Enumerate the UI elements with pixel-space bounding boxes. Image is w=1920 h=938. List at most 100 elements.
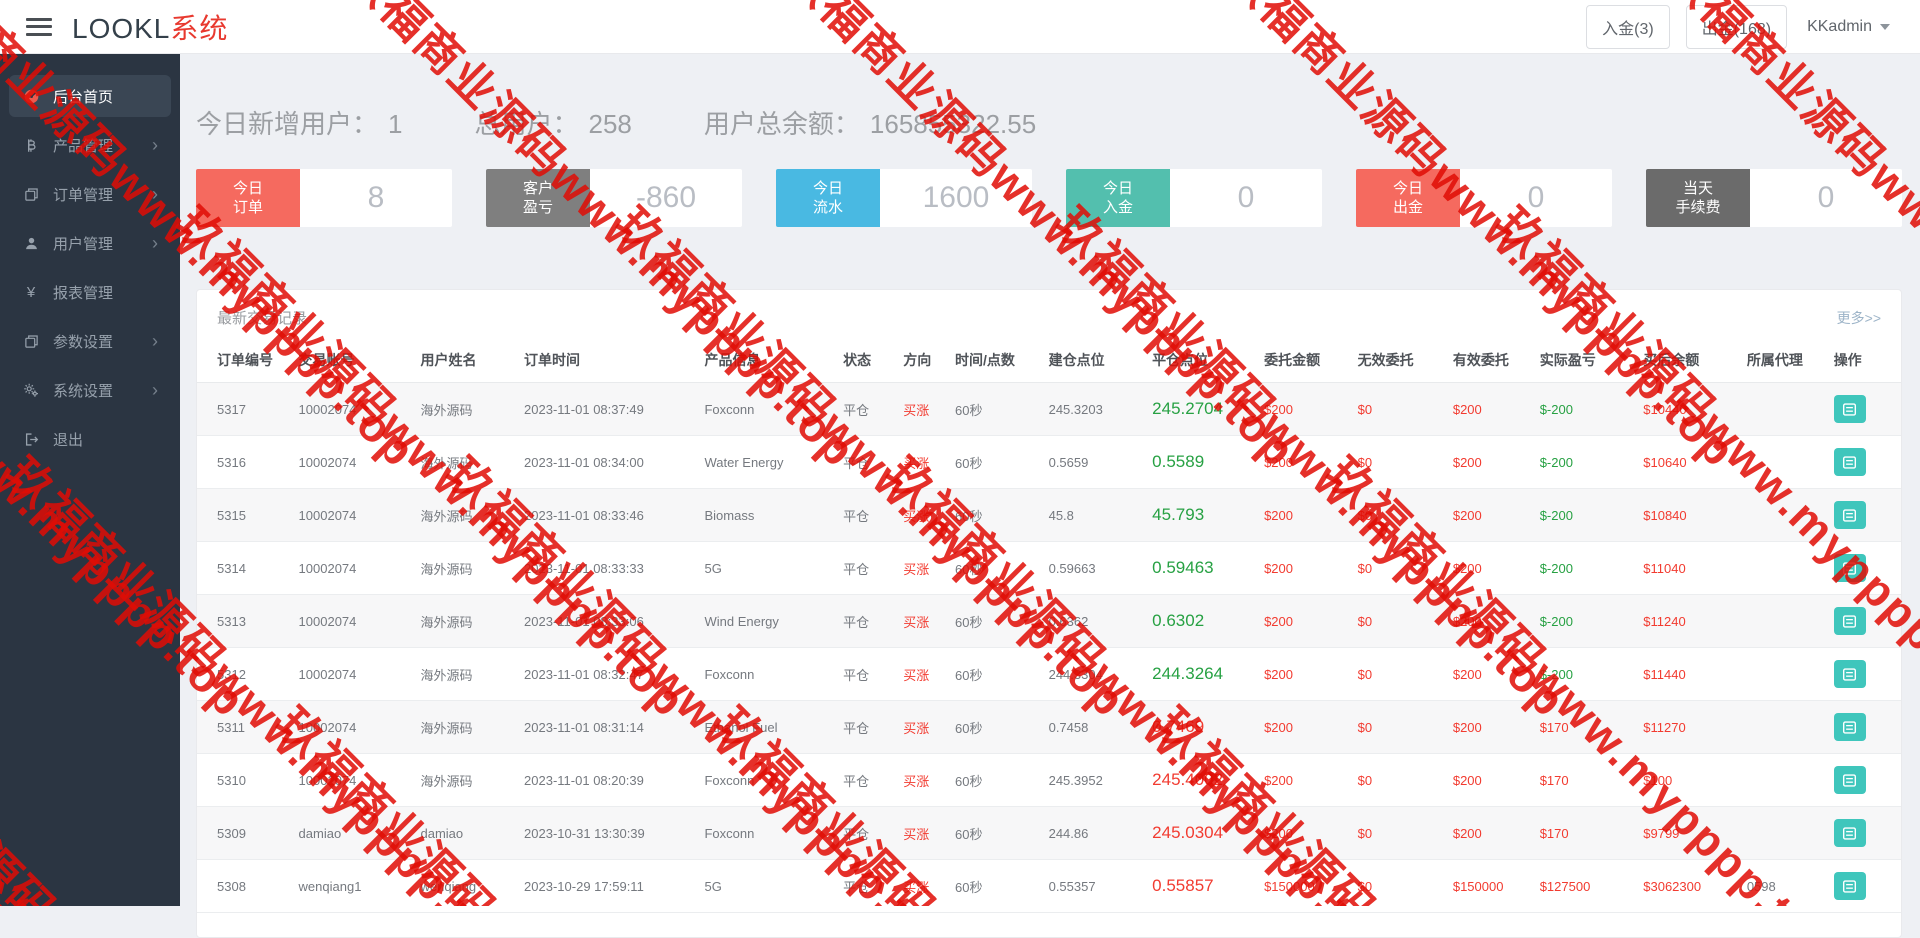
cell-open: 0.59663 <box>1040 541 1145 595</box>
cell-balance: $10640 <box>1635 435 1739 489</box>
cell-id: 5308 <box>197 859 291 913</box>
cell-id: 5309 <box>197 806 291 860</box>
table-row: 5309 damiao damiao 2023-10-31 13:30:39 Foxco… <box>197 806 1901 860</box>
cell-product: Foxconn <box>696 382 836 436</box>
cell-username: 海外源码 <box>412 382 517 436</box>
cell-status: 平仓 <box>835 859 896 913</box>
order-detail-button[interactable] <box>1833 872 1866 900</box>
column-header-duration: 时间/点数 <box>947 338 1041 383</box>
cell-time: 2023-10-31 13:30:39 <box>516 806 697 860</box>
cell-username: 海外源码 <box>412 647 517 701</box>
stat-card-label: 今日 流水 <box>776 169 880 227</box>
menu-toggle-icon[interactable] <box>26 17 52 36</box>
sidebar-item-label: 参数设置 <box>53 333 114 351</box>
sidebar-item-0[interactable]: 后台首页 <box>9 75 171 117</box>
cell-amount: $200 <box>1256 700 1350 754</box>
cell-product: Foxconn <box>696 753 836 807</box>
cell-username: 海外源码 <box>412 700 517 754</box>
order-detail-button[interactable] <box>1833 554 1866 582</box>
column-header-account: 交易账号 <box>290 338 413 383</box>
params-icon <box>22 334 40 349</box>
cell-close: 245.2704 <box>1144 382 1257 436</box>
cell-close: 244.3264 <box>1144 647 1257 701</box>
table-row: 5314 10002074 海外源码 2023-11-01 08:33:33 5G 平仓买… <box>197 541 1901 595</box>
cell-account: 10002074 <box>290 647 413 701</box>
order-detail-button[interactable] <box>1833 660 1866 688</box>
sidebar-item-label: 后台首页 <box>53 88 114 106</box>
cell-id: 5311 <box>197 700 291 754</box>
sidebar-item-4[interactable]: ¥ 报表管理 <box>9 271 171 313</box>
sidebar-item-1[interactable]: 产品管理 › <box>9 124 171 166</box>
sidebar-item-5[interactable]: 参数设置 › <box>9 320 171 362</box>
cell-action <box>1825 435 1901 489</box>
cell-open: 245.3952 <box>1040 753 1145 807</box>
order-detail-button[interactable] <box>1833 766 1866 794</box>
cell-duration: 60秒 <box>947 594 1041 648</box>
cell-direction: 买涨 <box>895 647 948 701</box>
settings-icon <box>22 382 40 398</box>
order-detail-button[interactable] <box>1833 607 1866 635</box>
sidebar-item-label: 退出 <box>53 431 84 449</box>
cell-product: Wind Energy <box>696 594 836 648</box>
cell-account: 10002074 <box>290 700 413 754</box>
cell-balance: $10440 <box>1635 382 1739 436</box>
sidebar-item-2[interactable]: 订单管理 › <box>9 173 171 215</box>
cell-agent <box>1738 647 1826 701</box>
stat-card: 今日 入金 0 <box>1066 169 1322 227</box>
list-icon <box>1843 402 1857 416</box>
deposit-button[interactable]: 入金(3) <box>1586 4 1670 49</box>
sidebar-item-label: 系统设置 <box>53 382 114 400</box>
stat-card: 客户 盈亏 -860 <box>486 169 742 227</box>
list-icon <box>1843 508 1857 522</box>
cell-balance: $3062300 <box>1635 859 1739 913</box>
cell-status: 平仓 <box>835 700 896 754</box>
sidebar-item-6[interactable]: 系统设置 › <box>9 369 171 411</box>
cell-agent <box>1738 594 1826 648</box>
cell-invalid: $0 <box>1349 382 1445 436</box>
cell-profit: $127500 <box>1531 859 1636 913</box>
order-detail-button[interactable] <box>1833 395 1866 423</box>
latest-trades-panel: 最新交易记录 更多>> 订单编号 交易账号 用户姓名 订单时间 产品信息 状态 方向 时间/点… <box>196 289 1902 938</box>
cell-close: 0.55857 <box>1144 859 1257 913</box>
stat-card-label: 今日 出金 <box>1356 169 1460 227</box>
sidebar-item-7[interactable]: 退出 <box>9 418 171 460</box>
cell-action <box>1825 382 1901 436</box>
cell-invalid: $0 <box>1349 700 1445 754</box>
order-detail-button[interactable] <box>1833 713 1866 741</box>
order-detail-button[interactable] <box>1833 819 1866 847</box>
stat-label: 用户总余额： <box>703 109 860 139</box>
stat-card-value: -860 <box>635 181 697 214</box>
cell-agent <box>1738 382 1826 436</box>
cell-invalid: $0 <box>1349 594 1445 648</box>
cell-duration: 60秒 <box>947 700 1041 754</box>
cell-action <box>1825 488 1901 542</box>
withdraw-button[interactable]: 出金(168) <box>1685 4 1788 49</box>
stat-card-label: 当天 手续费 <box>1646 169 1750 227</box>
cell-agent <box>1738 541 1826 595</box>
cell-valid: $200 <box>1444 382 1532 436</box>
sidebar-item-label: 产品管理 <box>53 137 114 155</box>
cell-direction: 买涨 <box>895 753 948 807</box>
summary-stat: 用户总余额： 165855322.55 <box>704 104 1036 141</box>
dashboard-icon <box>22 88 40 105</box>
cell-time: 2023-11-01 08:32:47 <box>516 647 697 701</box>
cell-open: 0.55357 <box>1040 859 1145 913</box>
order-detail-button[interactable] <box>1833 448 1866 476</box>
order-detail-button[interactable] <box>1833 501 1866 529</box>
cell-profit: $-200 <box>1531 488 1636 542</box>
cell-balance: $11040 <box>1635 541 1739 595</box>
cell-direction: 买涨 <box>895 488 948 542</box>
cell-profit: $-200 <box>1531 647 1636 701</box>
cell-account: 10002074 <box>290 435 413 489</box>
table-row: 5311 10002074 海外源码 2023-11-01 08:31:14 Ethan… <box>197 700 1901 754</box>
cell-product: Biomass <box>696 488 836 542</box>
list-icon <box>1843 773 1857 787</box>
column-header-close: 平仓点位 <box>1144 338 1257 383</box>
sidebar-item-3[interactable]: 用户管理 › <box>9 222 171 264</box>
admin-dropdown[interactable]: KKadmin <box>1803 12 1894 42</box>
cell-balance: $11240 <box>1635 594 1739 648</box>
cell-account: 10002074 <box>290 488 413 542</box>
cell-status: 平仓 <box>835 382 896 436</box>
more-link[interactable]: 更多>> <box>1837 308 1881 328</box>
sidebar-item-label: 报表管理 <box>53 284 114 302</box>
